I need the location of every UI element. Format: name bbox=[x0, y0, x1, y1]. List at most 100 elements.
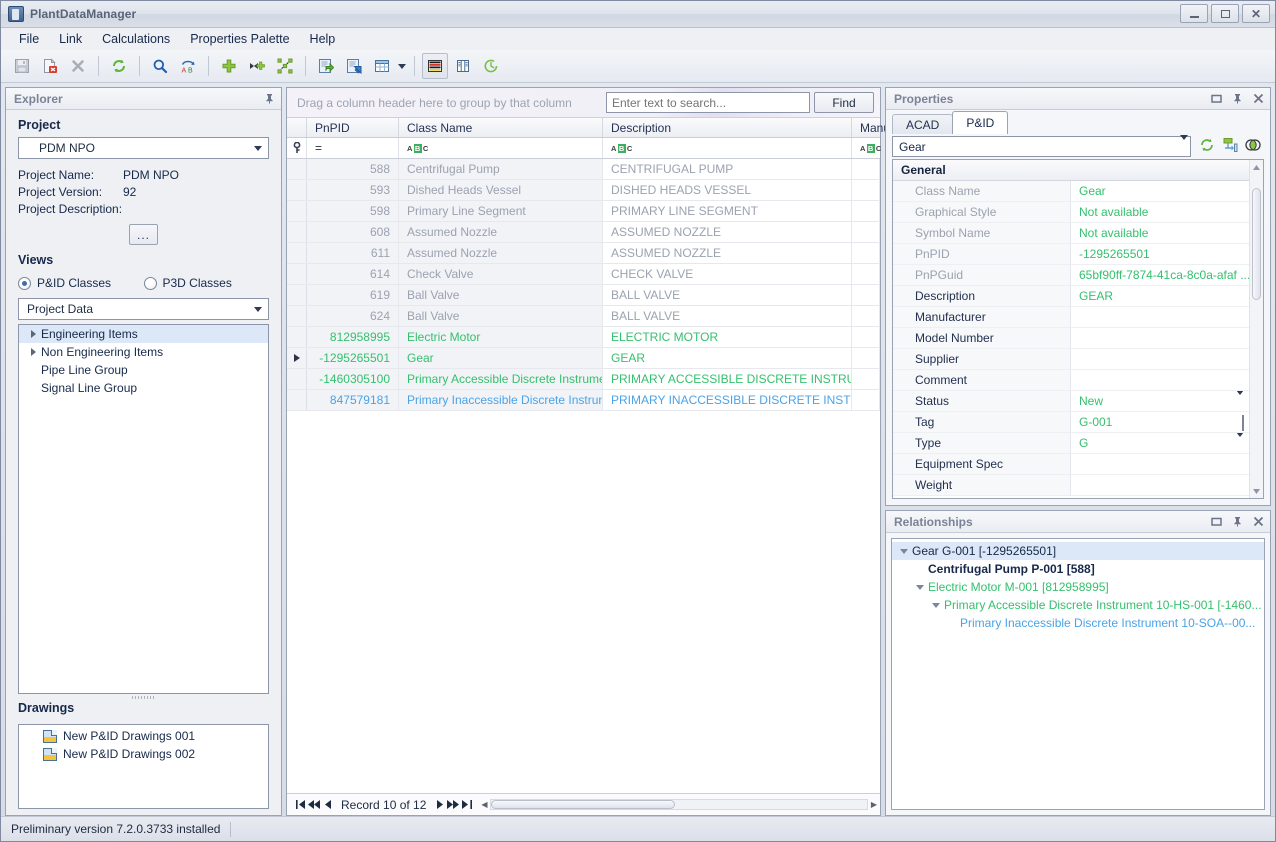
project-combo[interactable]: PDM NPO bbox=[18, 137, 269, 159]
property-row[interactable]: Graphical Style Not available bbox=[893, 202, 1249, 223]
cell-class-name[interactable]: Assumed Nozzle bbox=[399, 243, 603, 263]
table-row[interactable]: 593 Dished Heads Vessel DISHED HEADS VESSE… bbox=[287, 180, 880, 201]
cell-pnpid[interactable]: -1460305100 bbox=[307, 369, 399, 389]
row-indicator[interactable] bbox=[287, 285, 307, 305]
project-data-combo[interactable]: Project Data bbox=[18, 298, 269, 320]
property-value[interactable]: Not available bbox=[1071, 202, 1249, 222]
next-record-button[interactable] bbox=[432, 800, 446, 809]
cell-pnpid[interactable]: 611 bbox=[307, 243, 399, 263]
property-value[interactable] bbox=[1071, 307, 1249, 327]
filter-operator-class-name[interactable]: ABC bbox=[399, 138, 603, 158]
row-indicator[interactable] bbox=[287, 369, 307, 389]
relationship-node[interactable]: Centrifugal Pump P-001 [588] bbox=[892, 560, 1264, 578]
next-page-button[interactable] bbox=[446, 800, 460, 809]
project-browse-button[interactable]: ... bbox=[129, 224, 158, 245]
table-row[interactable]: 847579181 Primary Inaccessible Discrete I… bbox=[287, 390, 880, 411]
cell-pnpid[interactable]: 619 bbox=[307, 285, 399, 305]
property-value[interactable]: G-001 bbox=[1071, 412, 1249, 432]
filter-key-icon[interactable] bbox=[287, 138, 307, 158]
property-row[interactable]: PnPID -1295265501 bbox=[893, 244, 1249, 265]
tree-item-pipe-line-group[interactable]: Pipe Line Group bbox=[19, 361, 268, 379]
columns-button[interactable] bbox=[450, 53, 476, 79]
tree-item-signal-line-group[interactable]: Signal Line Group bbox=[19, 379, 268, 397]
property-row[interactable]: Model Number bbox=[893, 328, 1249, 349]
find-button[interactable]: Find bbox=[814, 92, 874, 113]
group-panel[interactable]: Drag a column header here to group by th… bbox=[287, 88, 880, 118]
row-indicator[interactable] bbox=[287, 243, 307, 263]
list-item[interactable]: New P&ID Drawings 001 bbox=[19, 727, 268, 745]
table-row[interactable]: 588 Centrifugal Pump CENTRIFUGAL PUMP bbox=[287, 159, 880, 180]
last-record-button[interactable] bbox=[460, 800, 474, 809]
cell-description[interactable]: BALL VALVE bbox=[603, 306, 852, 326]
row-indicator[interactable] bbox=[287, 201, 307, 221]
properties-rows[interactable]: General Class Name Gear Graphical Style Not… bbox=[893, 160, 1249, 498]
expander-icon[interactable] bbox=[928, 602, 944, 608]
relationship-node[interactable]: Primary Inaccessible Discrete Instrument… bbox=[892, 614, 1264, 632]
menu-item-link[interactable]: Link bbox=[49, 29, 92, 49]
filter-operator-manufacturer[interactable]: ABC bbox=[852, 138, 883, 158]
apply-to-icon[interactable] bbox=[1222, 137, 1238, 156]
chevron-down-icon[interactable] bbox=[1180, 134, 1188, 154]
cell-pnpid[interactable]: 847579181 bbox=[307, 390, 399, 410]
property-value[interactable]: New bbox=[1071, 391, 1249, 411]
previous-record-button[interactable] bbox=[321, 800, 335, 809]
save-button[interactable] bbox=[9, 53, 35, 79]
property-row[interactable]: Weight bbox=[893, 475, 1249, 496]
restore-icon[interactable] bbox=[1210, 516, 1222, 528]
cell-class-name[interactable]: Ball Valve bbox=[399, 285, 603, 305]
cell-class-name[interactable]: Primary Inaccessible Discrete Instrument bbox=[399, 390, 603, 410]
radio-p3d-classes[interactable]: P3D Classes bbox=[143, 276, 270, 290]
editor-button-icon[interactable] bbox=[1242, 415, 1244, 431]
filter-operator-pnpid[interactable]: = bbox=[307, 138, 399, 158]
tab-pid[interactable]: P&ID bbox=[952, 111, 1009, 134]
properties-palette-button[interactable] bbox=[422, 53, 448, 79]
property-row[interactable]: Description GEAR bbox=[893, 286, 1249, 307]
cell-description[interactable]: GEAR bbox=[603, 348, 852, 368]
add-connector-button[interactable] bbox=[244, 53, 270, 79]
scroll-down-icon[interactable] bbox=[1250, 484, 1264, 498]
radio-pid-classes[interactable]: P&ID Classes bbox=[18, 276, 144, 290]
row-indicator[interactable] bbox=[287, 180, 307, 200]
menu-item-help[interactable]: Help bbox=[300, 29, 346, 49]
cell-manufacturer[interactable] bbox=[852, 285, 880, 305]
cell-description[interactable]: PRIMARY ACCESSIBLE DISCRETE INSTRUMENT bbox=[603, 369, 852, 389]
maximize-button[interactable] bbox=[1211, 4, 1239, 23]
close-icon[interactable] bbox=[1252, 93, 1264, 105]
cell-class-name[interactable]: Check Valve bbox=[399, 264, 603, 284]
cell-manufacturer[interactable] bbox=[852, 243, 880, 263]
cell-description[interactable]: DISHED HEADS VESSEL bbox=[603, 180, 852, 200]
search-input[interactable] bbox=[606, 92, 810, 113]
property-value[interactable]: G bbox=[1071, 433, 1249, 453]
cell-description[interactable]: ASSUMED NOZZLE bbox=[603, 243, 852, 263]
splitter-handle[interactable] bbox=[18, 694, 269, 701]
cell-pnpid[interactable]: 593 bbox=[307, 180, 399, 200]
cell-manufacturer[interactable] bbox=[852, 348, 880, 368]
menu-item-file[interactable]: File bbox=[9, 29, 49, 49]
pin-icon[interactable] bbox=[263, 93, 275, 105]
cell-manufacturer[interactable] bbox=[852, 201, 880, 221]
properties-grid[interactable]: General Class Name Gear Graphical Style Not… bbox=[892, 159, 1264, 499]
property-row[interactable]: Supplier bbox=[893, 349, 1249, 370]
table-layout-dropdown[interactable] bbox=[397, 53, 407, 79]
expander-icon[interactable] bbox=[896, 548, 912, 554]
property-row[interactable]: Tag G-001 bbox=[893, 412, 1249, 433]
cell-pnpid[interactable]: 608 bbox=[307, 222, 399, 242]
property-value[interactable] bbox=[1071, 349, 1249, 369]
compare-icon[interactable] bbox=[1245, 137, 1261, 156]
cell-pnpid[interactable]: 812958995 bbox=[307, 327, 399, 347]
previous-page-button[interactable] bbox=[307, 800, 321, 809]
search-button[interactable] bbox=[147, 53, 173, 79]
cell-class-name[interactable]: Primary Line Segment bbox=[399, 201, 603, 221]
table-row[interactable]: 614 Check Valve CHECK VALVE bbox=[287, 264, 880, 285]
grid-rows[interactable]: 588 Centrifugal Pump CENTRIFUGAL PUMP 593 Di… bbox=[287, 159, 880, 793]
property-value[interactable]: 65bf90ff-7874-41ca-8c0a-afaf ... bbox=[1071, 265, 1249, 285]
row-indicator[interactable] bbox=[287, 222, 307, 242]
table-row[interactable]: 619 Ball Valve BALL VALVE bbox=[287, 285, 880, 306]
relationships-tree[interactable]: Gear G-001 [-1295265501] Centrifugal Pump… bbox=[891, 538, 1265, 810]
cell-manufacturer[interactable] bbox=[852, 327, 880, 347]
refresh-icon[interactable] bbox=[1199, 137, 1215, 156]
relationship-node[interactable]: Electric Motor M-001 [812958995] bbox=[892, 578, 1264, 596]
close-icon[interactable] bbox=[1252, 516, 1264, 528]
column-header-class-name[interactable]: Class Name bbox=[399, 118, 603, 137]
cell-pnpid[interactable]: 624 bbox=[307, 306, 399, 326]
